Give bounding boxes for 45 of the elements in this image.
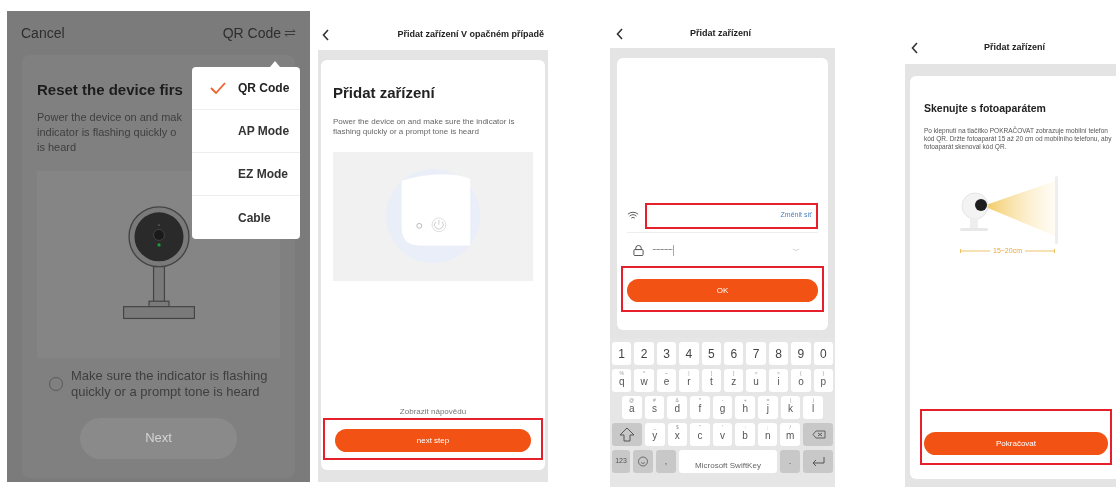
dimension-line [1025,249,1055,253]
keyboard-key[interactable]: 7 [746,342,766,365]
keyboard-key[interactable]: 9 [791,342,811,365]
screen-title: Přidat zařízení [690,27,752,41]
comma-key[interactable]: , [656,450,676,473]
emoji-key-icon[interactable] [633,450,653,473]
menu-item[interactable]: EZ Mode [192,153,300,196]
continue-button[interactable]: Pokračovat [924,432,1108,455]
keyboard-key[interactable]: 6 [724,342,744,365]
screen-title: Přidat zařízení [984,41,1046,55]
shift-key-icon[interactable] [612,423,642,446]
keyboard-key[interactable]: 0 [813,342,834,365]
period-key[interactable]: . [780,450,800,473]
keyboard-key[interactable]: 4 [679,342,699,365]
card-title: Reset the device firs [37,80,183,100]
back-icon[interactable] [911,42,919,54]
wifi-icon [627,211,639,220]
enter-key-icon[interactable] [803,450,833,473]
confirm-text: Make sure the indicator is flashing quickly or a prompt tone is heard [71,367,269,400]
space-key[interactable]: Microsoft SwiftKey [679,450,777,473]
keyboard-key[interactable]: 8 [768,342,789,365]
back-icon[interactable] [322,29,330,41]
keyboard-key[interactable]: 1 [612,342,632,365]
description-text: Power the device on and make sure the indicator is flashing quickly or a prompt tone is heard [333,116,516,137]
card-title: Skenujte s fotoaparátem [924,101,1047,116]
backspace-key-icon[interactable] [803,423,834,446]
ok-button[interactable]: OK [627,279,818,302]
dimension-line [960,249,990,253]
keyboard-key[interactable]: 5 [701,342,722,365]
menu-item[interactable]: QR Code [192,67,300,110]
help-link[interactable]: Zobrazit nápovědu [399,405,467,418]
menu-item[interactable]: Cable [192,196,300,239]
swap-icon [284,29,296,37]
lock-icon [633,244,644,256]
next-step-button[interactable]: next step [335,429,531,452]
back-icon[interactable] [616,28,624,40]
description-text: is heard [37,139,77,155]
keyboard-key[interactable]: 3 [656,342,677,365]
description-text: indicator is flashing quickly o [37,124,177,140]
card-title: Přidat zařízení [333,83,436,103]
keyboard-key[interactable]: 2 [634,342,654,365]
menu-item[interactable]: AP Mode [192,110,300,153]
check-icon [210,82,226,94]
description-text: Power the device on and mak [37,109,182,125]
screen-title: Přidat zařízení V opačném případě [397,28,544,42]
